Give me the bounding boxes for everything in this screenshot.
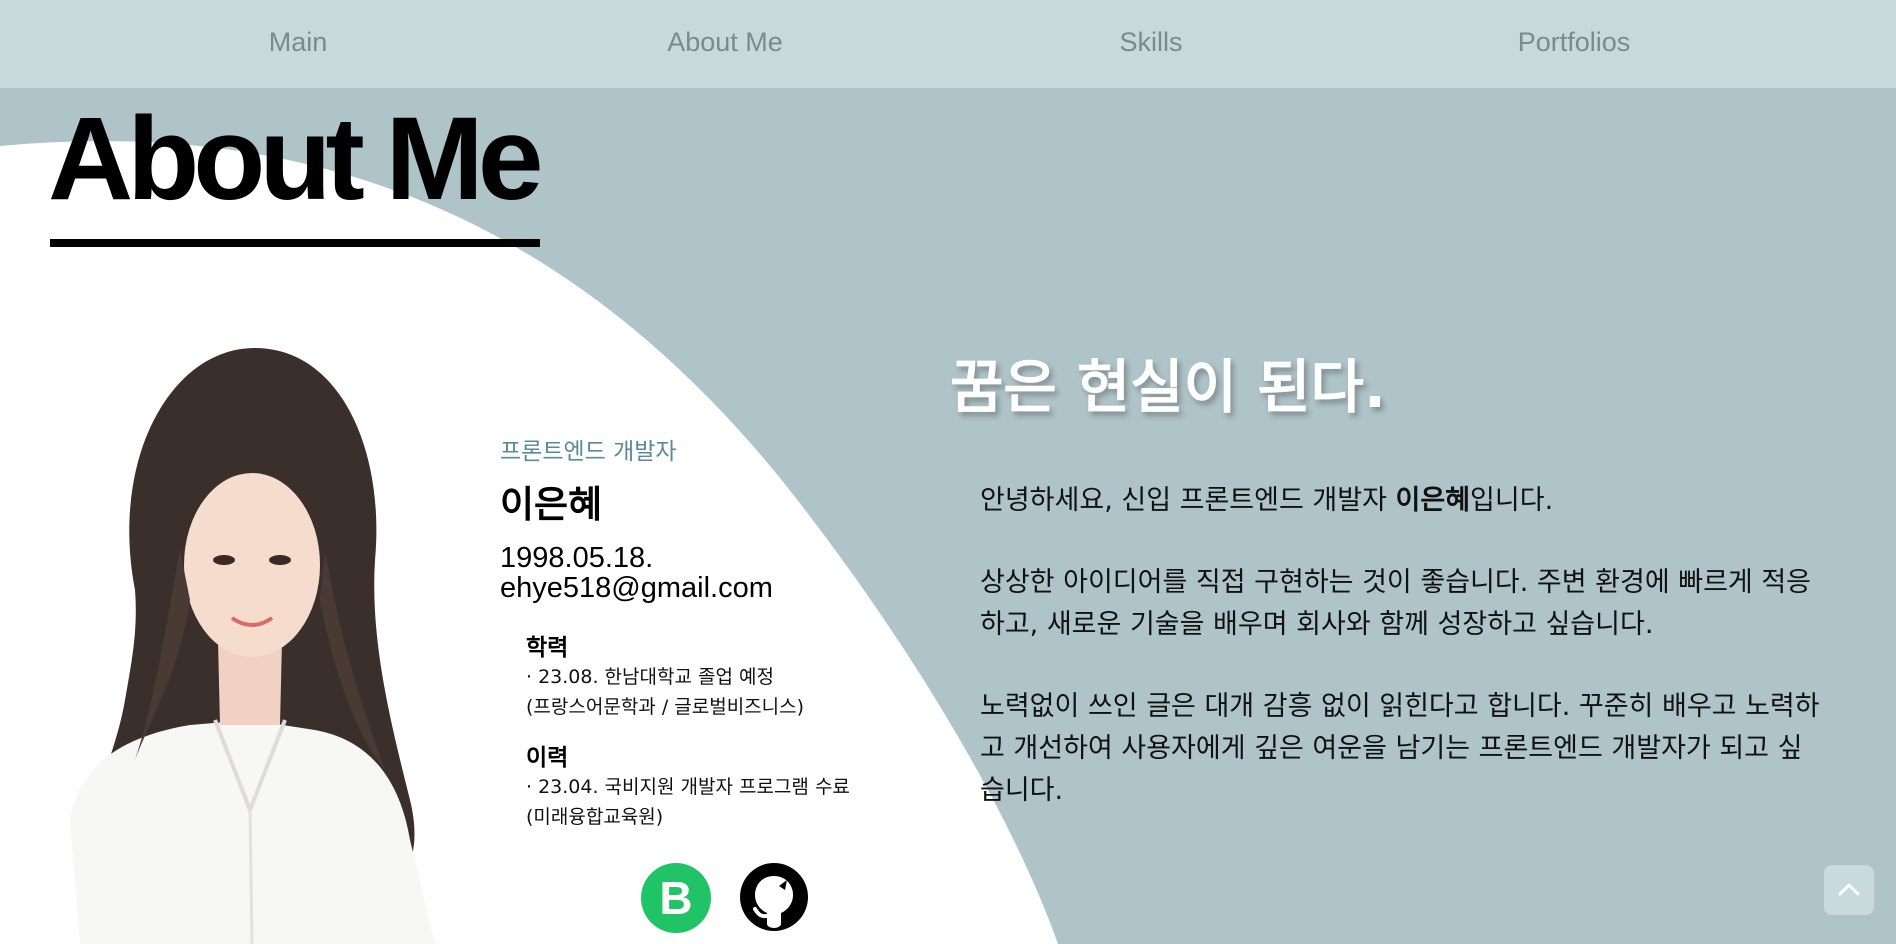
nav-item-skills[interactable]: Skills bbox=[1119, 27, 1182, 58]
intro-text-after: 입니다. bbox=[1470, 485, 1554, 516]
intro-paragraph-2: 상상한 아이디어를 직접 구현하는 것이 좋습니다. 주변 환경에 빠르게 적응… bbox=[980, 567, 1812, 640]
profile-birthdate: 1998.05.18. bbox=[500, 542, 654, 574]
career-line-2: (미래융합교육원) bbox=[526, 806, 664, 828]
scroll-top-button[interactable] bbox=[1824, 865, 1874, 915]
nav-item-about-me[interactable]: About Me bbox=[667, 27, 783, 58]
top-nav: Main About Me Skills Portfolios bbox=[0, 0, 1896, 88]
education-line-2: (프랑스어문학과 / 글로벌비즈니스) bbox=[526, 696, 805, 718]
blog-icon[interactable]: B bbox=[641, 863, 711, 933]
page-title: About Me bbox=[48, 93, 543, 225]
profile-email: ehye518@gmail.com bbox=[500, 572, 773, 604]
title-underline bbox=[50, 239, 540, 247]
education-title: 학력 bbox=[526, 635, 569, 661]
intro-name: 이은혜 bbox=[1395, 485, 1471, 516]
profile-name: 이은혜 bbox=[500, 483, 603, 526]
profile-role: 프론트엔드 개발자 bbox=[500, 439, 677, 465]
profile-photo bbox=[70, 348, 435, 944]
intro-paragraph-1: 안녕하세요, 신입 프론트엔드 개발자 이은혜입니다. bbox=[980, 480, 1820, 522]
github-icon[interactable] bbox=[739, 862, 809, 932]
education-line-1: · 23.08. 한남대학교 졸업 예정 bbox=[526, 666, 774, 688]
blog-icon-letter: B bbox=[659, 872, 693, 924]
career-line-1: · 23.04. 국비지원 개발자 프로그램 수료 bbox=[526, 776, 850, 798]
intro-paragraph-3: 노력없이 쓰인 글은 대개 감흥 없이 읽힌다고 합니다. 꾸준히 배우고 노력… bbox=[980, 691, 1820, 806]
slogan-heading: 꿈은 현실이 된다. bbox=[950, 353, 1386, 421]
chevron-up-icon bbox=[1838, 883, 1860, 896]
nav-item-portfolios[interactable]: Portfolios bbox=[1518, 27, 1631, 58]
nav-item-main[interactable]: Main bbox=[269, 27, 328, 58]
intro-text-before: 안녕하세요, 신입 프론트엔드 개발자 bbox=[980, 485, 1396, 516]
career-title: 이력 bbox=[526, 745, 569, 771]
